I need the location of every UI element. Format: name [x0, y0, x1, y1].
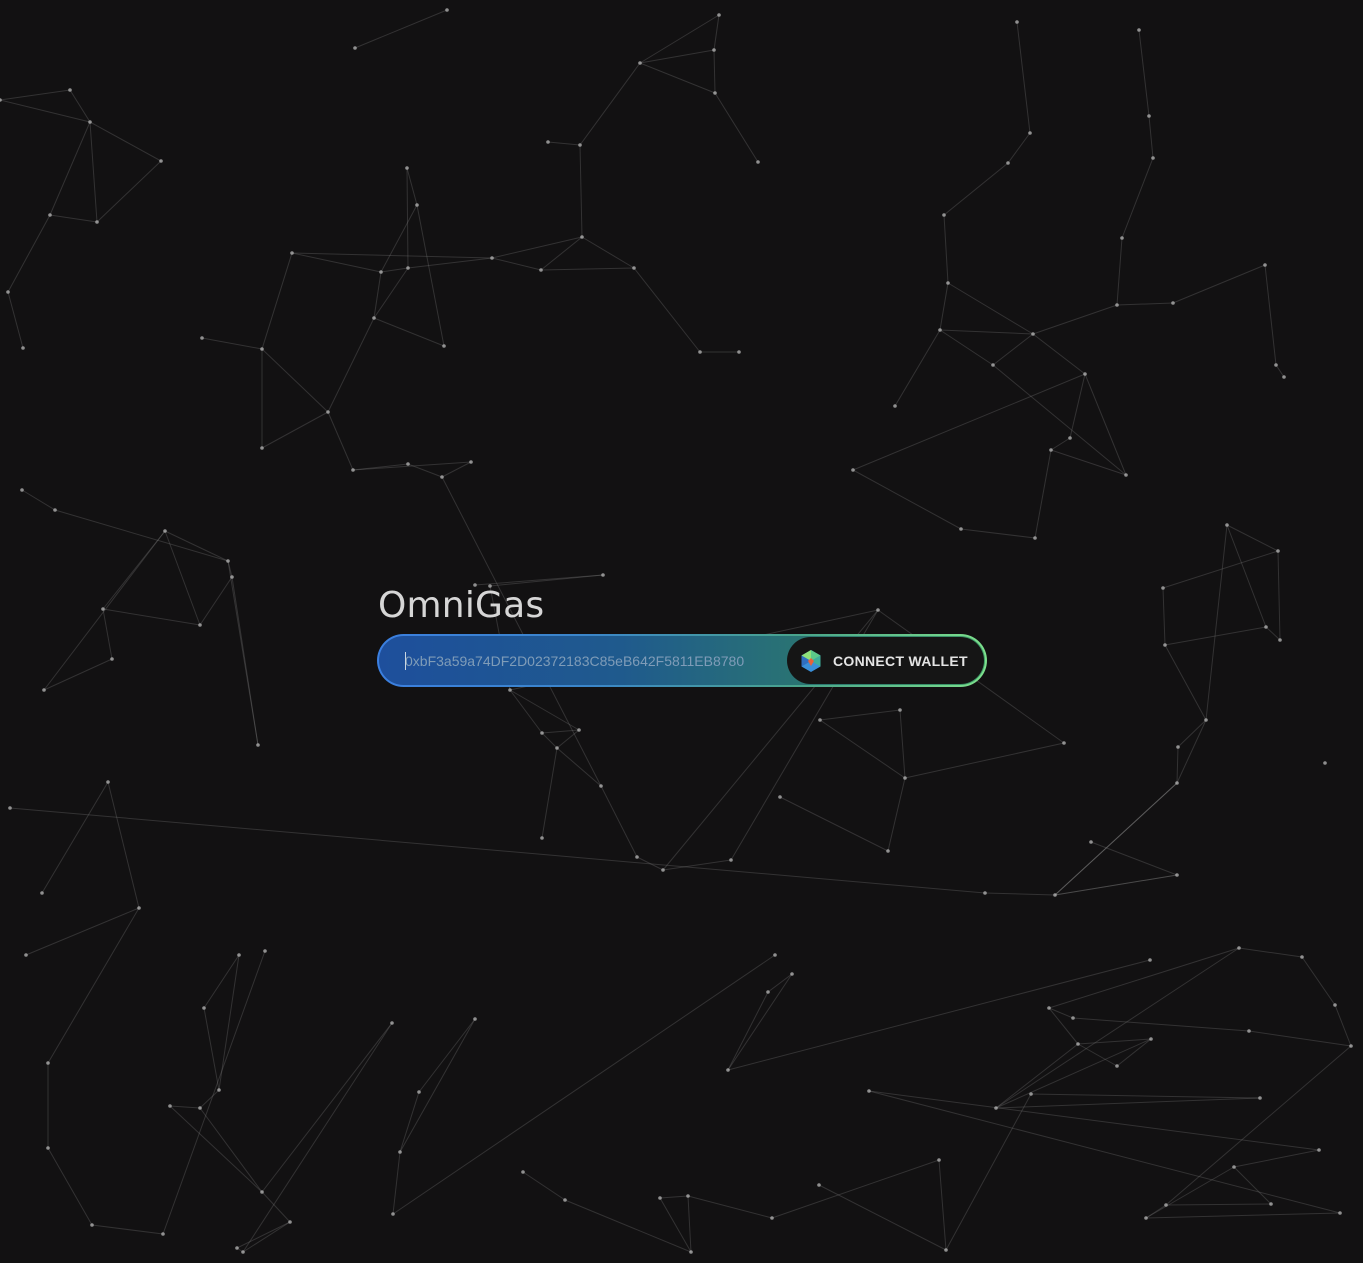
connect-wallet-button[interactable]: CONNECT WALLET	[787, 637, 984, 684]
connect-wallet-label: CONNECT WALLET	[833, 652, 968, 669]
text-caret	[405, 652, 406, 670]
wallet-address-input[interactable]	[405, 636, 785, 685]
network-background	[0, 8, 1353, 1254]
hexagon-wallet-icon	[801, 649, 821, 672]
wallet-bar: CONNECT WALLET	[377, 634, 987, 687]
wallet-bar-inner: CONNECT WALLET	[379, 636, 985, 685]
app-title: OmniGas	[378, 585, 545, 626]
